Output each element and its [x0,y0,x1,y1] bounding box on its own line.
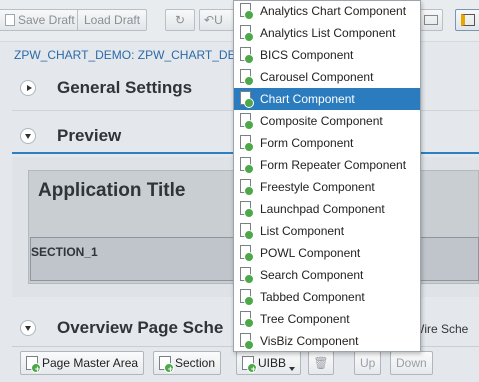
overview-page-schema-title: Overview Page Sche [57,318,224,337]
menu-item-label: Chart Component [260,92,355,106]
uibb-dropdown-menu: Analytics Chart Component Analytics List … [233,0,421,352]
menu-item-label: Tree Component [260,312,350,326]
general-settings-title: General Settings [57,78,193,97]
uibb-button[interactable]: UIBB [236,351,302,375]
layout-button[interactable] [419,9,443,31]
add-component-icon [240,201,254,218]
menu-item-label: Freestyle Component [260,180,375,194]
add-document-icon [26,356,41,375]
page-master-area-button[interactable]: Page Master Area [20,351,145,375]
expand-icon[interactable] [20,80,36,96]
add-component-icon [240,3,254,20]
application-title: Application Title [38,180,186,201]
menu-item[interactable]: Freestyle Component [234,176,420,198]
menu-item[interactable]: Search Component [234,264,420,286]
add-component-icon [240,157,254,174]
menu-item-label: Carousel Component [260,70,374,84]
menu-item[interactable]: Launchpad Component [234,198,420,220]
add-component-icon [240,91,254,108]
menu-item-label: Search Component [260,268,364,282]
save-draft-button[interactable]: Save Draft [0,9,82,31]
add-component-icon [240,179,254,196]
menu-item-label: Form Component [260,136,354,150]
load-draft-label: Load Draft [84,13,141,27]
chevron-down-icon [289,367,296,371]
undo-label: U [214,13,223,27]
menu-item-label: Launchpad Component [260,202,385,216]
menu-item[interactable]: VisBiz Component [234,330,420,351]
menu-item-label: List Component [260,224,345,238]
collapse-icon[interactable] [20,128,36,144]
menu-item[interactable]: POWL Component [234,242,420,264]
add-component-icon [240,245,254,262]
menu-item-label: Analytics List Component [260,26,396,40]
layout-icon [424,15,438,25]
view-toggle-icon [461,14,475,26]
menu-item[interactable]: Tabbed Component [234,286,420,308]
down-label: Down [396,356,427,370]
save-icon [5,14,15,26]
menu-item[interactable]: Composite Component [234,110,420,132]
menu-item-label: BICS Component [260,48,354,62]
menu-item[interactable]: Form Component [234,132,420,154]
add-component-icon [240,223,254,240]
menu-item-label: VisBiz Component [260,334,359,348]
add-component-icon [240,311,254,328]
undo-icon: ↶ [204,13,215,27]
menu-item-label: Composite Component [260,114,383,128]
menu-item[interactable]: Analytics Chart Component [234,1,420,22]
up-label: Up [360,356,376,370]
menu-item[interactable]: Tree Component [234,308,420,330]
collapse-icon[interactable] [20,320,36,336]
menu-item-label: POWL Component [260,246,361,260]
menu-item[interactable]: Analytics List Component [234,22,420,44]
page-master-area-label: Page Master Area [42,356,139,370]
preview-title: Preview [57,126,122,145]
down-button[interactable]: Down [390,351,433,375]
section-button-label: Section [175,356,216,370]
add-document-icon [242,356,257,375]
menu-item-label: Form Repeater Component [260,158,407,172]
uibb-label: UIBB [258,356,287,370]
add-component-icon [240,289,254,306]
refresh-icon: ↻ [174,13,186,27]
add-component-icon [240,47,254,64]
add-component-icon [240,267,254,284]
trash-icon: 🗑 [313,356,329,370]
menu-item[interactable]: Chart Component [234,88,420,110]
add-document-icon [159,356,174,375]
menu-item[interactable]: List Component [234,220,420,242]
section-button[interactable]: Section [153,351,222,375]
section-label: SECTION_1 [31,245,98,259]
add-component-icon [240,135,254,152]
menu-item-label: Analytics Chart Component [260,4,407,18]
delete-button[interactable]: 🗑 [308,351,334,375]
menu-item[interactable]: BICS Component [234,44,420,66]
menu-item-label: Tabbed Component [260,290,365,304]
add-component-icon [240,113,254,130]
menu-item[interactable]: Carousel Component [234,66,420,88]
load-draft-button[interactable]: Load Draft [77,9,148,31]
wire-schema-tab[interactable]: Wire Sche [413,322,468,336]
add-component-icon [240,333,254,350]
view-toggle-button[interactable] [455,9,479,31]
add-component-icon [240,25,254,42]
up-button[interactable]: Up [354,351,382,375]
breadcrumb[interactable]: ZPW_CHART_DEMO: ZPW_CHART_DE [14,48,236,62]
refresh-button[interactable]: ↻ [165,9,195,31]
save-draft-label: Save Draft [18,13,75,27]
add-component-icon [240,69,254,86]
menu-item[interactable]: Form Repeater Component [234,154,420,176]
